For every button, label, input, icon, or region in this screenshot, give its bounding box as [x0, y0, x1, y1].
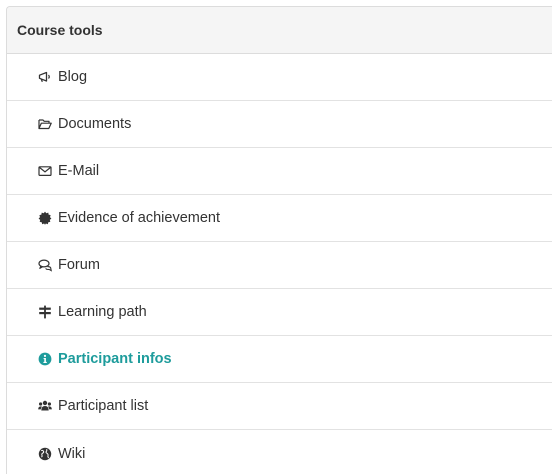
- megaphone-icon: [38, 70, 52, 84]
- panel-title: Course tools: [7, 7, 552, 54]
- tool-item-label: Evidence of achievement: [58, 210, 221, 226]
- info-circle-icon: [38, 352, 52, 366]
- tool-item-label: Participant list: [58, 398, 149, 414]
- tool-item-label: E-Mail: [58, 163, 100, 179]
- tool-item-learning-path[interactable]: Learning path: [7, 289, 552, 336]
- tool-item-documents[interactable]: Documents: [7, 101, 552, 148]
- tool-item-evidence-of-achievement[interactable]: Evidence of achievement: [7, 195, 552, 242]
- tool-item-wiki[interactable]: Wiki: [7, 430, 552, 474]
- tool-item-participant-infos[interactable]: Participant infos: [7, 336, 552, 383]
- comments-icon: [38, 258, 52, 272]
- users-icon: [38, 399, 52, 413]
- tool-item-participant-list[interactable]: Participant list: [7, 383, 552, 430]
- signpost-icon: [38, 305, 52, 319]
- tool-item-label: Participant infos: [58, 351, 172, 367]
- tool-item-label: Wiki: [58, 445, 86, 462]
- folder-open-icon: [38, 117, 52, 131]
- tool-item-label: Forum: [58, 257, 100, 273]
- tool-item-label: Documents: [58, 116, 132, 132]
- course-tools-panel: Course tools Blog Documents E-Mail Evide…: [6, 6, 552, 474]
- tool-item-forum[interactable]: Forum: [7, 242, 552, 289]
- certificate-icon: [38, 211, 52, 225]
- envelope-icon: [38, 164, 52, 178]
- tool-item-label: Blog: [58, 69, 88, 85]
- tool-item-email[interactable]: E-Mail: [7, 148, 552, 195]
- tool-item-label: Learning path: [58, 304, 147, 320]
- tool-item-blog[interactable]: Blog: [7, 54, 552, 101]
- globe-icon: [38, 447, 52, 461]
